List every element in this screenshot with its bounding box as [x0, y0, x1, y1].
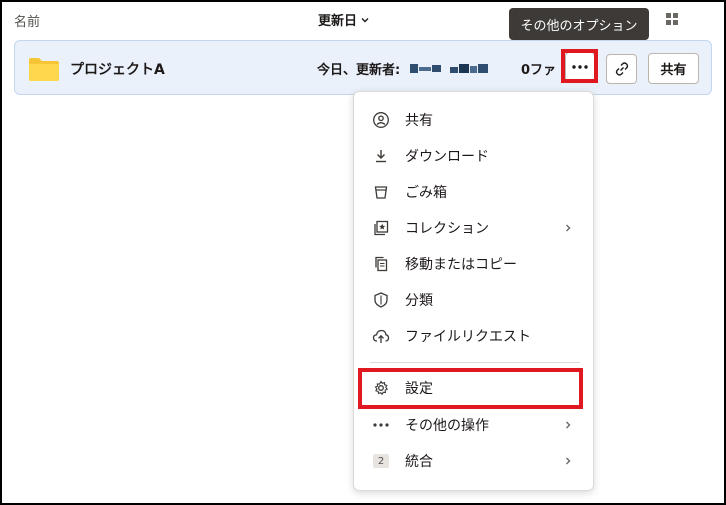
folder-icon [29, 58, 59, 81]
menu-item-label: 設定 [405, 381, 433, 397]
menu-item-classify[interactable]: 分類 [354, 282, 595, 318]
more-options-button[interactable] [565, 52, 595, 82]
menu-item-label: 移動またはコピー [405, 257, 517, 273]
menu-item-label: ごみ箱 [405, 185, 447, 201]
column-header-modified-label: 更新日 [318, 14, 358, 29]
chevron-right-icon [566, 224, 571, 232]
chevron-right-icon [566, 421, 571, 429]
menu-item-label: コレクション [405, 221, 489, 237]
redacted-user-name [410, 64, 488, 73]
table-row[interactable]: プロジェクトA 今日、更新者: 0ファ 共有 [14, 40, 712, 95]
file-name[interactable]: プロジェクトA [70, 59, 165, 79]
gear-icon [372, 379, 390, 397]
grid-view-icon[interactable] [665, 12, 679, 26]
more-options-tooltip: その他のオプション [509, 8, 649, 46]
menu-item-label: 分類 [405, 293, 433, 309]
cloud-upload-icon [372, 327, 390, 345]
share-button[interactable]: 共有 [648, 53, 699, 84]
menu-item-label: 統合 [405, 454, 433, 470]
shield-icon [372, 291, 390, 309]
menu-item-trash[interactable]: ごみ箱 [354, 174, 595, 210]
menu-item-label: 共有 [405, 113, 433, 129]
integration-badge-icon: 2 [372, 452, 390, 470]
menu-item-collection[interactable]: コレクション [354, 210, 595, 246]
integration-count-badge: 2 [373, 454, 389, 468]
link-icon [615, 62, 628, 76]
download-icon [372, 147, 390, 165]
menu-item-label: その他の操作 [405, 418, 489, 434]
menu-item-file-request[interactable]: ファイルリクエスト [354, 318, 595, 354]
menu-item-integration[interactable]: 2 統合 [354, 443, 595, 479]
menu-item-share[interactable]: 共有 [354, 102, 595, 138]
menu-item-label: ダウンロード [405, 149, 489, 165]
modified-info: 今日、更新者: [317, 63, 401, 78]
menu-item-move-copy[interactable]: 移動またはコピー [354, 246, 595, 282]
trash-icon [372, 183, 390, 201]
chevron-right-icon [566, 457, 571, 465]
menu-item-label: ファイルリクエスト [405, 329, 531, 345]
collection-star-icon [372, 219, 390, 237]
chevron-down-icon [361, 17, 369, 22]
more-dots-icon [372, 416, 390, 434]
menu-item-settings[interactable]: 設定 [354, 370, 595, 406]
file-count: 0ファ [521, 63, 557, 78]
copy-link-button[interactable] [606, 54, 637, 84]
menu-item-more-actions[interactable]: その他の操作 [354, 407, 595, 443]
share-person-icon [372, 111, 390, 129]
context-menu: 共有 ダウンロード ごみ箱 コレクション 移動またはコピー 分類 ファイルリクエ… [353, 91, 594, 491]
more-dots-icon [572, 65, 588, 69]
menu-item-download[interactable]: ダウンロード [354, 138, 595, 174]
column-header-modified[interactable]: 更新日 [318, 10, 370, 29]
column-header-name[interactable]: 名前 [14, 11, 40, 30]
copy-icon [372, 255, 390, 273]
menu-divider [370, 362, 580, 363]
